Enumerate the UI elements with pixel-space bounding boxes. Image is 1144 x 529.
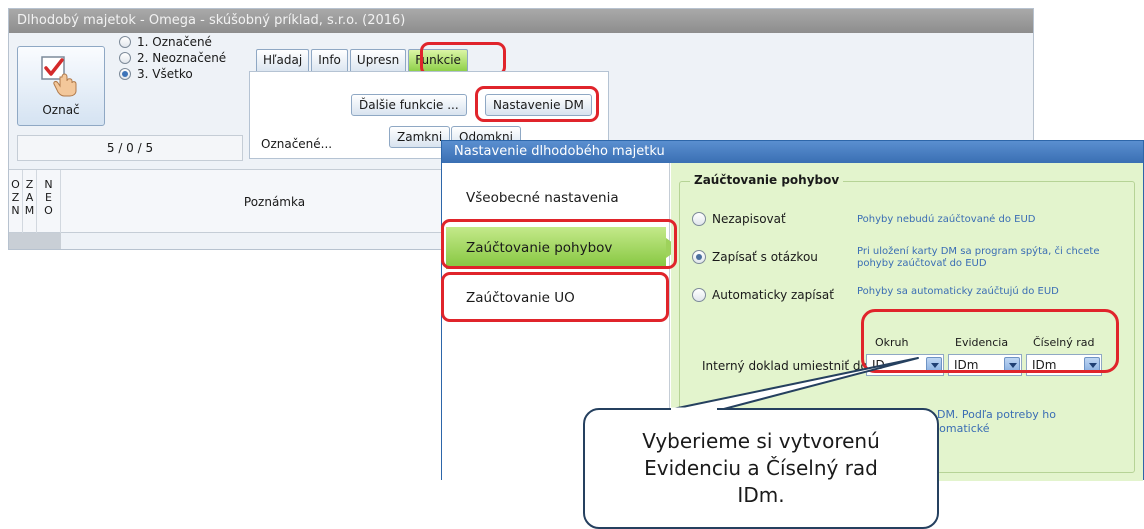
callout-pointer (667, 357, 919, 411)
callout-text: Vyberieme si vytvorenú Evidenciu a Čísel… (642, 429, 880, 507)
callout-bubble: Vyberieme si vytvorenú Evidenciu a Čísel… (583, 408, 939, 529)
